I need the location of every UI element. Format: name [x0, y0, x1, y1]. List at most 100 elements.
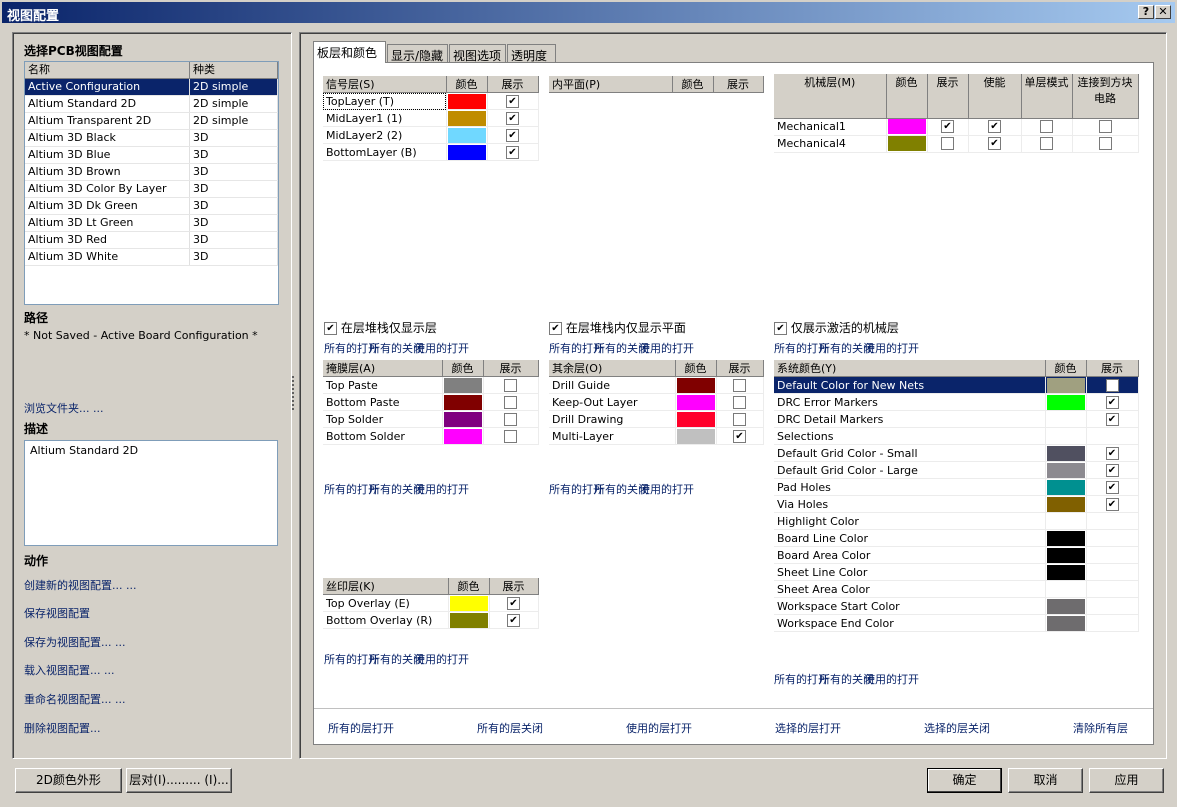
color-cell[interactable] — [675, 393, 717, 411]
color-swatch[interactable] — [887, 119, 926, 134]
color-cell[interactable] — [442, 410, 484, 428]
color-cell[interactable] — [448, 611, 490, 629]
color-cell[interactable] — [1045, 461, 1087, 479]
layer-row[interactable]: Keep-Out Layer — [549, 393, 764, 411]
color-cell[interactable] — [1045, 393, 1087, 411]
layer-row[interactable]: MidLayer1 (1) ✔ — [323, 109, 539, 127]
layer-row[interactable]: Bottom Overlay (R) ✔ — [323, 611, 539, 629]
column-header[interactable]: 内平面(P) — [549, 76, 673, 93]
checkbox[interactable]: ✔ — [506, 145, 519, 159]
column-header[interactable]: 信号层(S) — [323, 76, 447, 93]
layer-row[interactable]: MidLayer2 (2) ✔ — [323, 126, 539, 144]
checkbox[interactable] — [1040, 137, 1053, 151]
check-cell[interactable] — [716, 410, 764, 428]
checkbox[interactable]: ✔ — [774, 322, 787, 335]
checkbox[interactable] — [504, 378, 517, 392]
check-cell[interactable] — [483, 393, 539, 411]
checkbox[interactable] — [504, 429, 517, 443]
color-cell[interactable] — [1045, 512, 1087, 530]
description-field[interactable]: Altium Standard 2D — [24, 440, 278, 546]
mech-only-option[interactable]: ✔ 仅展示激活的机械层 — [774, 319, 899, 336]
config-row[interactable]: Altium 3D Color By Layer 3D — [25, 181, 278, 198]
column-header[interactable]: 展示 — [927, 74, 969, 119]
color-swatch[interactable] — [1046, 564, 1085, 580]
bottom-layer-link[interactable]: 使用的层打开 — [626, 720, 692, 736]
check-cell[interactable]: ✔ — [1086, 461, 1139, 479]
color-swatch[interactable] — [449, 612, 488, 628]
layer-row[interactable]: Mechanical4 ✔ — [774, 135, 1139, 153]
checkbox[interactable]: ✔ — [1105, 463, 1119, 477]
color-cell[interactable] — [442, 427, 484, 445]
layer-row[interactable]: DRC Detail Markers ✔ — [774, 410, 1139, 428]
color-cell[interactable] — [1045, 410, 1087, 428]
check-cell[interactable]: ✔ — [1086, 410, 1139, 428]
browse-folder-link[interactable]: 浏览文件夹... ... — [24, 400, 103, 416]
color-cell[interactable] — [448, 594, 490, 612]
column-header[interactable]: 颜色 — [1045, 360, 1087, 377]
checkbox[interactable]: ✔ — [1105, 395, 1119, 409]
checkbox[interactable] — [504, 395, 517, 409]
layer-row[interactable]: Top Overlay (E) ✔ — [323, 594, 539, 612]
bottom-layer-link[interactable]: 所有的层打开 — [328, 720, 394, 736]
layer-pairs-button[interactable]: 层对(I)......... (I)... — [126, 768, 232, 793]
color-cell[interactable] — [886, 135, 928, 153]
check-cell[interactable] — [483, 376, 539, 394]
config-row[interactable]: Active Configuration 2D simple — [25, 79, 278, 96]
color-2d-button[interactable]: 2D颜色外形 — [15, 768, 122, 793]
checkbox[interactable] — [1098, 120, 1112, 134]
check-cell[interactable] — [1072, 135, 1139, 153]
layer-row[interactable]: Default Grid Color - Small ✔ — [774, 444, 1139, 462]
color-cell[interactable] — [446, 126, 488, 144]
config-row[interactable]: Altium 3D Lt Green 3D — [25, 215, 278, 232]
color-swatch[interactable] — [447, 110, 486, 126]
action-link[interactable]: 删除视图配置... — [24, 720, 101, 736]
check-cell[interactable]: ✔ — [489, 611, 539, 629]
color-swatch[interactable] — [887, 136, 926, 151]
check-cell[interactable]: ✔ — [716, 427, 764, 445]
bottom-layer-link[interactable]: 选择的层打开 — [775, 720, 841, 736]
config-list[interactable]: 名称 种类 Active Configuration 2D simple Altium… — [24, 61, 279, 305]
color-cell[interactable] — [446, 143, 488, 161]
apply-button[interactable]: 应用 — [1089, 768, 1164, 793]
color-cell[interactable] — [1045, 529, 1087, 547]
check-cell[interactable]: ✔ — [1086, 444, 1139, 462]
config-row[interactable]: Altium 3D Dk Green 3D — [25, 198, 278, 215]
check-cell[interactable] — [1021, 118, 1073, 136]
color-cell[interactable] — [675, 410, 717, 428]
color-swatch[interactable] — [1046, 394, 1085, 410]
layer-row[interactable]: Sheet Line Color — [774, 563, 1139, 581]
layer-row[interactable]: Multi-Layer ✔ — [549, 427, 764, 445]
used-on-link[interactable]: 使用的打开 — [864, 340, 919, 356]
color-cell[interactable] — [675, 376, 717, 394]
color-swatch[interactable] — [443, 377, 482, 393]
color-cell[interactable] — [1045, 597, 1087, 615]
layer-row[interactable]: Default Color for New Nets — [774, 376, 1139, 394]
column-header[interactable]: 丝印层(K) — [323, 578, 449, 595]
layer-row[interactable]: Highlight Color — [774, 512, 1139, 530]
checkbox[interactable]: ✔ — [1105, 446, 1119, 460]
checkbox[interactable] — [733, 395, 746, 409]
config-row[interactable]: Altium 3D White 3D — [25, 249, 278, 266]
color-cell[interactable] — [446, 92, 488, 110]
checkbox[interactable] — [733, 412, 746, 426]
plane-only-option[interactable]: ✔ 在层堆栈内仅显示平面 — [549, 319, 686, 336]
color-swatch[interactable] — [447, 127, 486, 143]
col-name[interactable]: 名称 — [25, 62, 190, 78]
config-row[interactable]: Altium Transparent 2D 2D simple — [25, 113, 278, 130]
bottom-layer-link[interactable]: 选择的层关闭 — [924, 720, 990, 736]
bottom-layer-link[interactable]: 清除所有层 — [1073, 720, 1128, 736]
config-row[interactable]: Altium Standard 2D 2D simple — [25, 96, 278, 113]
check-cell[interactable] — [483, 410, 539, 428]
color-cell[interactable] — [442, 376, 484, 394]
used-on-link[interactable]: 使用的打开 — [639, 481, 694, 497]
color-cell[interactable] — [1045, 580, 1087, 598]
column-header[interactable]: 使能 — [968, 74, 1022, 119]
check-cell[interactable] — [483, 427, 539, 445]
column-header[interactable]: 颜色 — [448, 578, 490, 595]
color-cell[interactable] — [1045, 376, 1087, 394]
used-on-link[interactable]: 使用的打开 — [414, 340, 469, 356]
column-header[interactable]: 展示 — [713, 76, 764, 93]
column-header[interactable]: 连接到方块电路 — [1072, 74, 1139, 119]
color-cell[interactable] — [1045, 444, 1087, 462]
layer-row[interactable]: Pad Holes ✔ — [774, 478, 1139, 496]
